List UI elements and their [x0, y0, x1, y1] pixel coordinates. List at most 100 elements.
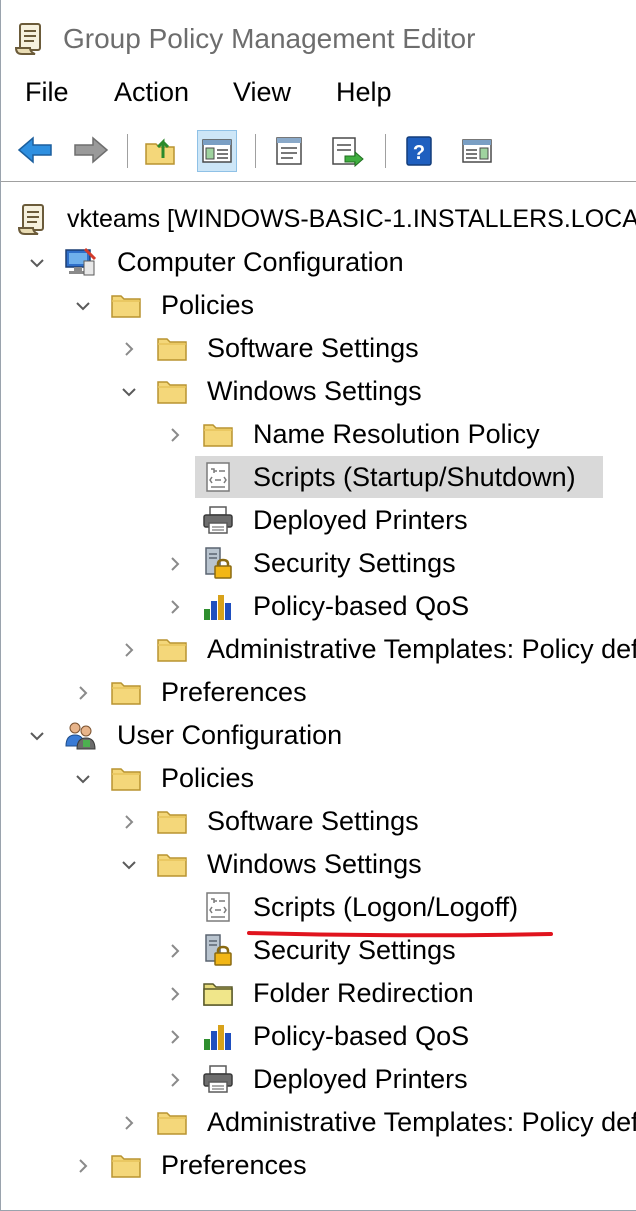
export-list-button[interactable]	[327, 130, 367, 172]
properties-icon	[276, 137, 302, 165]
folder-icon	[109, 675, 143, 709]
chevron-right-icon[interactable]	[121, 814, 137, 830]
tree-node-name-resolution-policy[interactable]: Name Resolution Policy	[171, 413, 636, 455]
folder-icon	[155, 847, 189, 881]
tree-node-scripts-logon-logoff[interactable]: Scripts (Logon/Logoff)	[195, 886, 636, 928]
tree-node-security-settings[interactable]: Security Settings	[171, 542, 636, 584]
tree-node-windows-settings[interactable]: Windows Settings	[122, 370, 636, 412]
tree-node-administrative-templates-policy-definitions[interactable]: Administrative Templates: Policy definit…	[125, 1101, 636, 1143]
tree-node-software-settings[interactable]: Software Settings	[125, 800, 636, 842]
arrow-left-icon	[17, 136, 52, 164]
tree-node-label: Preferences	[161, 1150, 307, 1180]
export-list-icon	[332, 137, 364, 168]
tree-node-label: Security Settings	[253, 548, 456, 578]
tree-node-label: Policies	[161, 290, 255, 320]
action-pane-icon	[462, 139, 492, 163]
tree-node-label: Software Settings	[207, 806, 419, 836]
tree-node-folder-redirection[interactable]: Folder Redirection	[171, 972, 636, 1014]
chevron-right-icon[interactable]	[167, 943, 183, 959]
tree-node-software-settings[interactable]: Software Settings	[125, 327, 636, 369]
tree-node-policies[interactable]: Policies	[76, 757, 636, 799]
folder-up-icon	[145, 138, 175, 165]
script-icon	[201, 460, 235, 494]
tree-node-policy-based-qos[interactable]: Policy-based QoS	[171, 585, 636, 627]
tree-node-computer-configuration[interactable]: Computer Configuration	[30, 241, 636, 283]
folder-icon	[155, 374, 189, 408]
chevron-down-icon[interactable]	[121, 384, 137, 400]
tree-node-preferences[interactable]: Preferences	[79, 671, 636, 713]
chevron-down-icon[interactable]	[75, 771, 91, 787]
chevron-right-icon[interactable]	[121, 341, 137, 357]
tree-node-label: Deployed Printers	[253, 1064, 468, 1094]
tree-node-preferences[interactable]: Preferences	[79, 1144, 636, 1186]
folder-icon	[155, 331, 189, 365]
tree-node-vkteams-windows-basic-1-installers-local-policy[interactable]: vkteams [WINDOWS-BASIC-1.INSTALLERS.LOCA…	[9, 198, 636, 240]
tree-node-user-configuration[interactable]: User Configuration	[30, 714, 636, 756]
chevron-right-icon[interactable]	[167, 1029, 183, 1045]
printer-icon	[201, 1062, 235, 1096]
folder-icon	[109, 761, 143, 795]
chevron-right-icon[interactable]	[167, 599, 183, 615]
chevron-down-icon[interactable]	[75, 298, 91, 314]
tree-node-policies[interactable]: Policies	[76, 284, 636, 326]
folder-icon	[155, 1105, 189, 1139]
menu-action[interactable]: Action	[114, 72, 189, 112]
menu-bar: File Action View Help	[1, 72, 636, 112]
window-title: Group Policy Management Editor	[63, 23, 476, 54]
menu-view[interactable]: View	[233, 72, 291, 112]
chevron-right-icon[interactable]	[121, 1115, 137, 1131]
tree-node-label: Software Settings	[207, 333, 419, 363]
security-lock-icon	[201, 933, 235, 967]
chevron-right-icon[interactable]	[167, 556, 183, 572]
chevron-right-icon[interactable]	[75, 1158, 91, 1174]
chevron-right-icon[interactable]	[167, 427, 183, 443]
chevron-right-icon[interactable]	[167, 1072, 183, 1088]
chevron-right-icon[interactable]	[167, 986, 183, 1002]
menu-help[interactable]: Help	[336, 72, 392, 112]
forward-button[interactable]	[71, 130, 111, 172]
title-bar: Group Policy Management Editor	[1, 0, 636, 78]
tree-node-label: Scripts (Startup/Shutdown)	[253, 462, 576, 492]
security-lock-icon	[201, 546, 235, 580]
menu-file[interactable]: File	[25, 72, 69, 112]
chevron-down-icon[interactable]	[29, 728, 45, 744]
folder-icon	[109, 1148, 143, 1182]
back-button[interactable]	[15, 130, 55, 172]
tree-node-label: Name Resolution Policy	[253, 419, 540, 449]
tree-node-label: Policies	[161, 763, 255, 793]
tree-node-deployed-printers[interactable]: Deployed Printers	[195, 499, 636, 541]
toolbar-separator	[127, 134, 128, 168]
up-one-level-button[interactable]	[141, 130, 181, 172]
tree-node-label: Windows Settings	[207, 376, 422, 406]
tree-node-label: Deployed Printers	[253, 505, 468, 535]
tree-node-deployed-printers[interactable]: Deployed Printers	[171, 1058, 636, 1100]
folder-icon	[155, 632, 189, 666]
tree-node-label: Administrative Templates: Policy definit…	[207, 634, 636, 664]
chevron-right-icon[interactable]	[75, 685, 91, 701]
tree-node-label: Scripts (Logon/Logoff)	[253, 892, 519, 922]
help-button[interactable]: ?	[399, 130, 439, 172]
tree-node-administrative-templates-policy-definitions[interactable]: Administrative Templates: Policy definit…	[125, 628, 636, 670]
tree-node-windows-settings[interactable]: Windows Settings	[122, 843, 636, 885]
toolbar: ?	[1, 122, 636, 182]
show-hide-console-tree-button[interactable]	[197, 130, 237, 172]
bar-chart-icon	[201, 1019, 235, 1053]
chevron-right-icon[interactable]	[121, 642, 137, 658]
toolbar-separator	[385, 134, 386, 168]
gpme-window: Group Policy Management Editor File Acti…	[0, 0, 636, 1211]
folder-redirection-icon	[201, 976, 235, 1010]
chevron-down-icon[interactable]	[121, 857, 137, 873]
arrow-right-icon	[74, 136, 109, 164]
show-hide-action-pane-button[interactable]	[457, 130, 497, 172]
properties-button[interactable]	[269, 130, 309, 172]
tree-node-scripts-startup-shutdown[interactable]: Scripts (Startup/Shutdown)	[195, 456, 603, 498]
gpo-scroll-icon	[15, 202, 49, 236]
bar-chart-icon	[201, 589, 235, 623]
computer-config-icon	[63, 245, 97, 279]
folder-icon	[109, 288, 143, 322]
svg-text:?: ?	[413, 142, 425, 164]
help-icon: ?	[406, 136, 432, 166]
tree-node-policy-based-qos[interactable]: Policy-based QoS	[171, 1015, 636, 1057]
red-underline-annotation	[247, 931, 553, 938]
chevron-down-icon[interactable]	[29, 255, 45, 271]
